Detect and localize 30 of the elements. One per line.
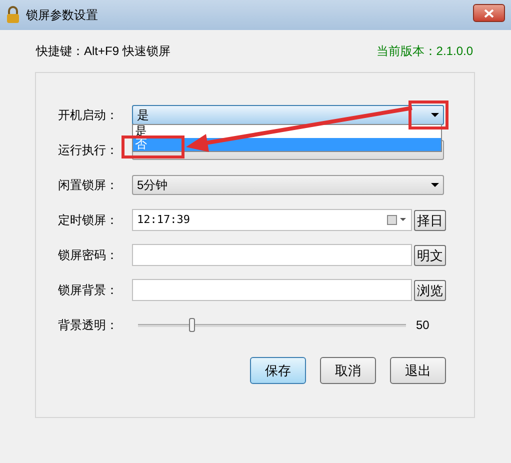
field-label: 锁屏背景： bbox=[58, 282, 119, 299]
field-label: 闲置锁屏： bbox=[58, 177, 119, 194]
lock-icon bbox=[6, 6, 20, 24]
dialog-button[interactable]: 取消 bbox=[320, 357, 376, 384]
calendar-icon bbox=[387, 215, 407, 225]
field-label: 运行执行： bbox=[58, 142, 119, 159]
dropdown-value: 5分钟 bbox=[137, 177, 168, 194]
field-label: 背景透明： bbox=[58, 317, 119, 334]
field-label: 开机启动： bbox=[58, 107, 119, 124]
dialog-button[interactable]: 保存 bbox=[250, 357, 306, 384]
version-text: 当前版本：2.1.0.0 bbox=[376, 43, 473, 60]
dialog-button[interactable]: 退出 bbox=[390, 357, 446, 384]
dropdown-arrow-icon bbox=[431, 183, 439, 187]
slider-value: 50 bbox=[416, 317, 430, 334]
window-title: 锁屏参数设置 bbox=[26, 7, 98, 24]
field-button[interactable]: 择日 bbox=[414, 210, 446, 230]
field-button[interactable]: 浏览 bbox=[414, 280, 446, 300]
dropdown-value: 是 bbox=[137, 107, 149, 124]
slider-thumb[interactable] bbox=[188, 318, 195, 332]
field-label: 定时锁屏： bbox=[58, 212, 119, 229]
time-field[interactable]: 12:17:39 bbox=[132, 209, 412, 231]
field-button[interactable]: 明文 bbox=[414, 244, 446, 266]
close-button[interactable] bbox=[473, 4, 505, 22]
close-icon bbox=[484, 8, 494, 18]
hotkey-text: 快捷键：Alt+F9 快速锁屏 bbox=[36, 43, 170, 60]
dropdown-arrow-icon bbox=[431, 113, 439, 117]
input-field[interactable] bbox=[132, 279, 412, 301]
input-field[interactable] bbox=[132, 244, 412, 266]
dropdown-field[interactable]: 5分钟 bbox=[132, 175, 444, 195]
field-label: 锁屏密码： bbox=[58, 247, 119, 264]
